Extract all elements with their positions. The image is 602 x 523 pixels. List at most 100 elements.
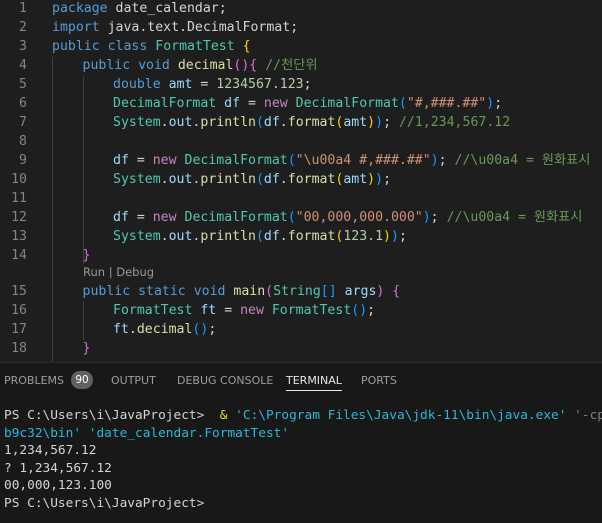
code-lens-run-debug[interactable]: Run | Debug	[83, 264, 154, 280]
code-token: "#,###.##"	[406, 96, 487, 111]
code-line[interactable]: 14}	[0, 246, 602, 265]
line-number: 8	[19, 134, 27, 149]
terminal-text: &	[212, 408, 236, 423]
code-token: (	[255, 229, 264, 244]
code-token: ;	[303, 77, 312, 92]
code-text: public void decimal(){ //천단위	[83, 56, 318, 75]
terminal-line: PS C:\Users\i\JavaProject>	[4, 495, 602, 513]
code-token: {	[392, 284, 401, 299]
code-token: System	[113, 229, 161, 244]
code-text: package date_calendar;	[52, 0, 227, 18]
code-token: df	[113, 153, 129, 168]
code-token: =	[192, 77, 217, 92]
code-token: out	[168, 115, 193, 130]
code-token: df	[224, 96, 241, 111]
code-token: ;	[430, 210, 439, 225]
code-line[interactable]: 15 public static void main(String[] args)…	[0, 282, 602, 301]
code-token: decimal	[136, 322, 193, 337]
tab-problems[interactable]: PROBLEMS 90	[4, 363, 94, 398]
line-number: 13	[11, 229, 27, 244]
code-line[interactable]: 11	[0, 189, 602, 208]
line-number: 16	[11, 303, 27, 318]
code-text: double amt = 1234567.123;	[113, 75, 312, 94]
code-line[interactable]: 9 df = new DecimalFormat("\u00a4 #,###.##…	[0, 151, 602, 170]
code-line[interactable]: 8	[0, 132, 602, 151]
code-token: println	[200, 229, 256, 244]
terminal-text: PS C:\Users\i\JavaProject>	[4, 408, 213, 423]
code-token: public	[52, 39, 100, 54]
code-token: )	[422, 210, 431, 225]
terminal-output[interactable]: PS C:\Users\i\JavaProject> & 'C:\Program…	[4, 407, 602, 522]
tab-debug-console[interactable]: DEBUG CONSOLE	[177, 363, 273, 398]
code-token: .	[128, 322, 137, 337]
code-token: //천단위	[265, 58, 318, 73]
code-token: )	[383, 229, 391, 244]
code-line[interactable]: 13 System.out.println(df.format(123.1));	[0, 227, 602, 246]
code-token: df	[113, 210, 129, 225]
code-token: amt	[343, 115, 368, 130]
code-text: System.out.println(df.format(amt)); //1,…	[113, 113, 510, 132]
code-line[interactable]: 7 System.out.println(df.format(amt)); //1…	[0, 113, 602, 132]
code-text: System.out.println(df.format(123.1));	[113, 227, 407, 246]
tab-ports[interactable]: PORTS	[361, 363, 397, 398]
code-line[interactable]: 16 FormatTest ft = new FormatTest();	[0, 301, 602, 320]
code-token: df	[263, 229, 280, 244]
line-number: 3	[19, 39, 27, 54]
terminal-text: 00,000,123.100	[4, 478, 112, 493]
code-token: ft	[113, 322, 129, 337]
code-line[interactable]: 10 System.out.println(df.format(amt));	[0, 170, 602, 189]
terminal-text: 'C:\Program Files\Java\jdk-11\bin\java.e…	[235, 408, 567, 423]
code-line[interactable]: 1 package date_calendar;	[0, 0, 602, 18]
code-token: //1,234,567.12	[398, 115, 511, 130]
code-token: new	[263, 96, 288, 111]
code-token: decimal	[177, 58, 234, 73]
code-token: {	[242, 39, 251, 54]
line-number: 10	[11, 172, 27, 187]
code-token: }	[82, 248, 91, 263]
code-text: System.out.println(df.format(amt));	[113, 170, 391, 189]
code-line[interactable]: 18}	[0, 339, 602, 358]
code-line[interactable]: 17 ft.decimal();	[0, 320, 602, 339]
code-token: 1234567.123	[216, 77, 304, 92]
code-text: df = new DecimalFormat("00,000,000.000")…	[113, 208, 582, 227]
tab-output[interactable]: OUTPUT	[111, 363, 156, 398]
code-token: amt	[168, 77, 193, 92]
code-line[interactable]: 6 DecimalFormat df = new DecimalFormat("#…	[0, 94, 602, 113]
tab-terminal[interactable]: TERMINAL	[286, 363, 342, 398]
code-token: System	[113, 115, 161, 130]
code-token: (	[398, 96, 407, 111]
code-editor[interactable]: 1 package date_calendar; 2 import java.text…	[0, 0, 602, 362]
code-token: format	[287, 172, 336, 187]
code-token: println	[200, 115, 256, 130]
code-token: String	[273, 284, 321, 299]
code-line[interactable]: 4 public void decimal(){ //천단위	[0, 56, 602, 75]
line-number: 12	[11, 210, 27, 225]
code-line[interactable]: 5 double amt = 1234567.123;	[0, 75, 602, 94]
code-token: class	[107, 39, 148, 54]
code-token: }	[82, 341, 91, 356]
code-line[interactable]: 12 df = new DecimalFormat("00,000,000.000…	[0, 208, 602, 227]
code-line[interactable]: 3 public class FormatTest {	[0, 37, 602, 56]
code-token: import	[52, 20, 100, 35]
code-token: DecimalFormat	[113, 96, 217, 111]
code-token: .	[279, 229, 288, 244]
code-line[interactable]: 2 import java.text.DecimalFormat;	[0, 18, 602, 37]
line-number: 6	[19, 96, 27, 111]
line-number: 17	[11, 322, 27, 337]
code-text: FormatTest ft = new FormatTest();	[113, 301, 375, 320]
code-token: DecimalFormat	[295, 96, 399, 111]
code-text: ft.decimal();	[113, 320, 216, 339]
terminal-line: 1,234,567.12	[4, 442, 602, 460]
code-token: .	[279, 115, 288, 130]
code-token: date_calendar;	[107, 1, 227, 16]
code-token: =	[128, 153, 153, 168]
code-token: DecimalFormat	[184, 153, 288, 168]
code-token: main	[233, 284, 266, 299]
